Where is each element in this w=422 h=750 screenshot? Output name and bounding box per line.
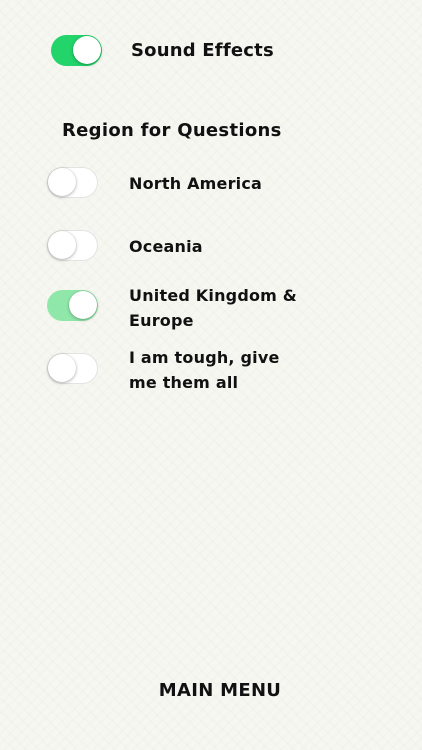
uk-europe-label: United Kingdom & Europe: [129, 283, 297, 333]
sound-effects-label: Sound Effects: [131, 40, 274, 61]
main-menu-button[interactable]: MAIN MENU: [0, 680, 422, 701]
region-heading: Region for Questions: [62, 120, 282, 141]
all-regions-label: I am tough, give me them all: [129, 345, 280, 395]
sound-effects-toggle-knob: [73, 36, 101, 64]
uk-europe-label-line-2: Europe: [129, 311, 194, 330]
uk-europe-label-line-1: United Kingdom &: [129, 286, 297, 305]
oceania-label: Oceania: [129, 237, 203, 256]
uk-europe-toggle-knob: [69, 291, 97, 319]
north-america-toggle[interactable]: [47, 167, 98, 198]
north-america-label: North America: [129, 174, 263, 193]
all-regions-label-line-1: I am tough, give: [129, 348, 280, 367]
sound-effects-toggle[interactable]: [51, 35, 102, 66]
oceania-toggle[interactable]: [47, 230, 98, 261]
north-america-toggle-knob: [48, 168, 76, 196]
uk-europe-toggle[interactable]: [47, 290, 98, 321]
all-regions-toggle-knob: [48, 354, 76, 382]
all-regions-toggle[interactable]: [47, 353, 98, 384]
all-regions-label-line-2: me them all: [129, 373, 239, 392]
oceania-toggle-knob: [48, 231, 76, 259]
